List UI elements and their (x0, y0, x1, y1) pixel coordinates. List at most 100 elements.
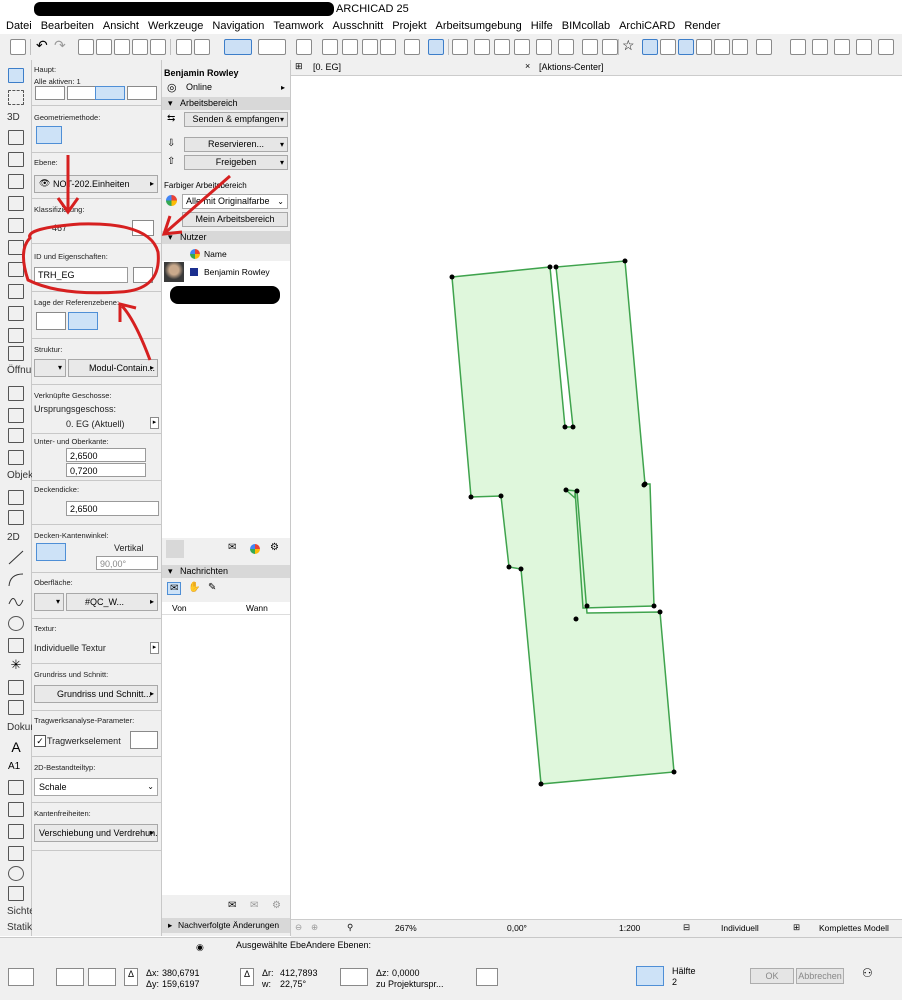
user-settings-icon[interactable]: ⚙ (270, 542, 279, 553)
drawing-tool-icon[interactable] (8, 700, 24, 715)
classification-button[interactable] (132, 220, 154, 236)
inbox-icon[interactable]: ✉ (167, 582, 182, 595)
id-field[interactable]: TRH_EG (34, 267, 128, 283)
roof-tool-icon[interactable] (8, 240, 24, 255)
color-wheel-icon[interactable] (250, 544, 260, 554)
workspace-header[interactable]: Arbeitsbereich (162, 97, 290, 110)
marquee-icon[interactable] (404, 39, 420, 55)
suspend-groups-icon[interactable] (224, 39, 252, 55)
ok-button[interactable]: OK (750, 968, 794, 984)
status-select[interactable]: Online ▸ (182, 81, 288, 96)
chevron-right-icon[interactable]: ▸ (150, 642, 159, 654)
layer-lock-icon[interactable] (362, 39, 378, 55)
z-reference[interactable]: zu Projekturspr... (376, 979, 444, 989)
column-tool-icon[interactable] (8, 196, 24, 211)
window-tool-icon[interactable] (8, 408, 24, 423)
section-static[interactable]: Statik (7, 922, 32, 933)
edge-release-select[interactable]: Verschiebung und Verdrehun... ▸ (34, 824, 158, 842)
syringe-icon[interactable] (114, 39, 130, 55)
mesh-tool-icon[interactable] (8, 284, 24, 299)
shell-tool-icon[interactable] (8, 262, 24, 277)
section-objects[interactable]: Objek (7, 470, 33, 481)
my-workspace-button[interactable]: Mein Arbeitsbereich (182, 212, 288, 227)
release-button[interactable]: Freigeben ▾ (184, 155, 288, 170)
z-value[interactable]: 0,0000 (392, 968, 420, 978)
pencil-icon[interactable] (340, 968, 368, 986)
navigator-icon[interactable] (660, 39, 676, 55)
arc-tool-icon[interactable] (8, 572, 24, 587)
radial-dimension-tool-icon[interactable] (8, 824, 24, 839)
bottom-elevation-field[interactable]: 0,7200 (66, 463, 146, 477)
menu-projekt[interactable]: Projekt (392, 20, 426, 32)
layer-combo-value[interactable]: Individuell (721, 923, 759, 933)
structure-type-select[interactable]: ▾ (34, 359, 66, 377)
settings-dropdown-button[interactable] (127, 86, 157, 100)
new-message-icon[interactable]: ✉ (228, 900, 236, 911)
structural-settings-button[interactable] (130, 731, 158, 749)
slab-outline[interactable] (451, 260, 675, 785)
fillet-icon[interactable] (514, 39, 530, 55)
door-tool-icon[interactable] (8, 386, 24, 401)
grid-snap-icon[interactable] (296, 39, 312, 55)
layout-icon[interactable] (642, 39, 658, 55)
tracked-changes-header[interactable]: ▸ Nachverfolgte Änderungen (162, 918, 290, 933)
floorplan-section-button[interactable]: Grundriss und Schnitt... ▸ (34, 685, 158, 703)
hotspot-tool-icon[interactable]: ✳ (8, 658, 24, 673)
structural-checkbox[interactable]: ✓ (34, 735, 46, 747)
selection-type-button[interactable] (67, 86, 97, 100)
undo-icon[interactable]: ↶ (36, 37, 52, 53)
info-icon[interactable] (696, 39, 712, 55)
zoom-value[interactable]: 267% (395, 923, 417, 933)
snap-half-label[interactable]: Hälfte (672, 966, 696, 976)
angle-value[interactable]: 0,00° (507, 923, 527, 933)
relative-construction-button[interactable] (56, 968, 84, 986)
organizer-icon[interactable] (678, 39, 694, 55)
star-icon[interactable]: ☆ (622, 37, 638, 53)
scale-value[interactable]: 1:200 (619, 923, 640, 933)
menu-navigation[interactable]: Navigation (212, 20, 264, 32)
dimension-tool-icon[interactable] (8, 780, 24, 795)
zone-tool-icon[interactable] (8, 346, 24, 361)
snap-icon[interactable] (636, 966, 664, 986)
edge-angle-field[interactable]: 90,00° (96, 556, 158, 570)
change-tool-icon[interactable] (8, 886, 24, 901)
figure-tool-icon[interactable] (8, 680, 24, 695)
library-icon[interactable] (714, 39, 730, 55)
thickness-field[interactable]: 2,6500 (66, 501, 159, 516)
object-tool-icon[interactable] (8, 490, 24, 505)
text-tool-icon[interactable]: A (8, 740, 24, 755)
menu-archicard[interactable]: ArchiCARD (619, 20, 675, 32)
beams-icon[interactable] (878, 39, 894, 55)
curtain-wall-tool-icon[interactable] (8, 152, 24, 167)
reserve-button[interactable]: Reservieren... ▾ (184, 137, 288, 152)
user-row[interactable]: Benjamin Rowley (162, 261, 290, 283)
ref-plane-bottom-button[interactable] (68, 312, 98, 330)
stair-tool-icon[interactable] (8, 306, 24, 321)
angle-dimension-tool-icon[interactable] (8, 846, 24, 861)
arrow-tool-icon[interactable] (8, 68, 24, 83)
marquee-tool-icon[interactable] (8, 90, 24, 105)
sun-icon[interactable] (790, 39, 806, 55)
hand-icon[interactable]: ✋ (188, 582, 200, 593)
layer-select[interactable]: 👁 NOT-202.Einheiten ▸ (34, 175, 158, 193)
opening-tool-icon[interactable] (8, 450, 24, 465)
geometry-rotated-button[interactable] (96, 126, 122, 144)
from-column-header[interactable]: Von (172, 603, 187, 613)
edge-custom-button[interactable] (68, 543, 98, 561)
users-header[interactable]: Nutzer (162, 231, 290, 244)
menu-ansicht[interactable]: Ansicht (103, 20, 139, 32)
top-elevation-field[interactable]: 2,6500 (66, 448, 146, 462)
surface-override-select[interactable]: ▾ (34, 593, 64, 611)
check-icon[interactable] (150, 39, 166, 55)
request-icon[interactable]: ✎ (208, 582, 216, 593)
cursor-snap-icon[interactable] (176, 39, 192, 55)
intersect-icon[interactable] (494, 39, 510, 55)
r-value[interactable]: 412,7893 (280, 968, 318, 978)
menu-bearbeiten[interactable]: Bearbeiten (41, 20, 94, 32)
menu-bimcollab[interactable]: BIMcollab (562, 20, 610, 32)
zoom-out-icon[interactable]: ⊖ (295, 922, 302, 933)
element-type-select[interactable]: Schale ⌄ (34, 778, 158, 796)
trace-icon[interactable] (322, 39, 338, 55)
colored-workspace-select[interactable]: Alle mit Originalfarbe ⌄ (182, 194, 288, 209)
chevron-right-icon[interactable]: ▸ (150, 417, 159, 429)
